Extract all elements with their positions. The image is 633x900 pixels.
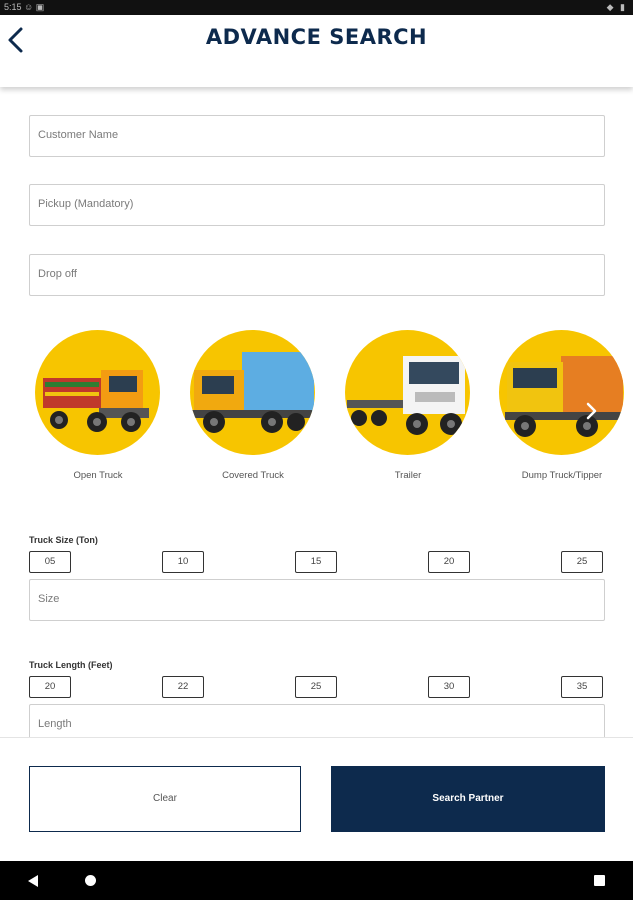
truck-type-dump-truck[interactable]: Dump Truck/Tipper <box>494 330 624 481</box>
size-chip[interactable]: 20 <box>428 551 470 573</box>
length-chip[interactable]: 20 <box>29 676 71 698</box>
dropoff-placeholder: Drop off <box>38 268 77 280</box>
truck-type-label: Covered Truck <box>222 470 284 481</box>
system-nav-bar <box>0 861 633 900</box>
truck-type-label: Open Truck <box>73 470 123 481</box>
status-left: 5:15 ☺ ▣ <box>4 2 45 12</box>
nav-recent-icon[interactable] <box>594 875 605 886</box>
pickup-placeholder: Pickup (Mandatory) <box>38 198 134 210</box>
nav-back-button[interactable] <box>27 874 39 888</box>
covered-truck-image <box>190 330 315 455</box>
length-chip[interactable]: 30 <box>428 676 470 698</box>
nav-back-icon <box>28 875 38 887</box>
carousel-next-button[interactable] <box>580 397 604 425</box>
size-chip[interactable]: 05 <box>29 551 71 573</box>
truck-type-label: Trailer <box>394 470 422 481</box>
footer-bar: Clear Search Partner <box>0 737 633 862</box>
truck-type-open-truck[interactable]: Open Truck <box>30 330 160 481</box>
search-partner-button[interactable]: Search Partner <box>331 766 605 832</box>
status-bar: 5:15 ☺ ▣ ◆ ▮ <box>0 0 633 15</box>
nav-home-icon[interactable] <box>85 875 96 886</box>
length-chip[interactable]: 35 <box>561 676 603 698</box>
truck-type-trailer[interactable]: Trailer <box>340 330 470 481</box>
size-chip[interactable]: 25 <box>561 551 603 573</box>
truck-type-label: Dump Truck/Tipper <box>521 470 603 481</box>
app-bar: ADVANCE SEARCH <box>0 15 633 87</box>
size-field[interactable]: Size <box>29 579 605 621</box>
chevron-right-icon <box>586 402 597 420</box>
customer-name-placeholder: Customer Name <box>38 129 119 141</box>
pickup-field[interactable]: Pickup (Mandatory) <box>29 184 605 226</box>
customer-name-field[interactable]: Customer Name <box>29 115 605 157</box>
size-placeholder: Size <box>38 593 60 605</box>
dump-truck-image <box>499 330 624 455</box>
size-chip[interactable]: 10 <box>162 551 204 573</box>
trailer-image <box>345 330 470 455</box>
truck-type-carousel: Open Truck Covered Truck Trailer Dump Tr… <box>0 325 633 485</box>
size-chip[interactable]: 15 <box>295 551 337 573</box>
page-title: ADVANCE SEARCH <box>205 25 428 49</box>
open-truck-image <box>35 330 160 455</box>
status-right: ◆ ▮ <box>606 2 627 12</box>
length-chip[interactable]: 22 <box>162 676 204 698</box>
truck-size-label: Truck Size (Ton) <box>29 535 98 545</box>
truck-type-covered-truck[interactable]: Covered Truck <box>185 330 315 481</box>
length-placeholder: Length <box>38 718 72 730</box>
truck-length-label: Truck Length (Feet) <box>29 660 113 670</box>
dropoff-field[interactable]: Drop off <box>29 254 605 296</box>
clear-button[interactable]: Clear <box>29 766 301 832</box>
length-chip[interactable]: 25 <box>295 676 337 698</box>
